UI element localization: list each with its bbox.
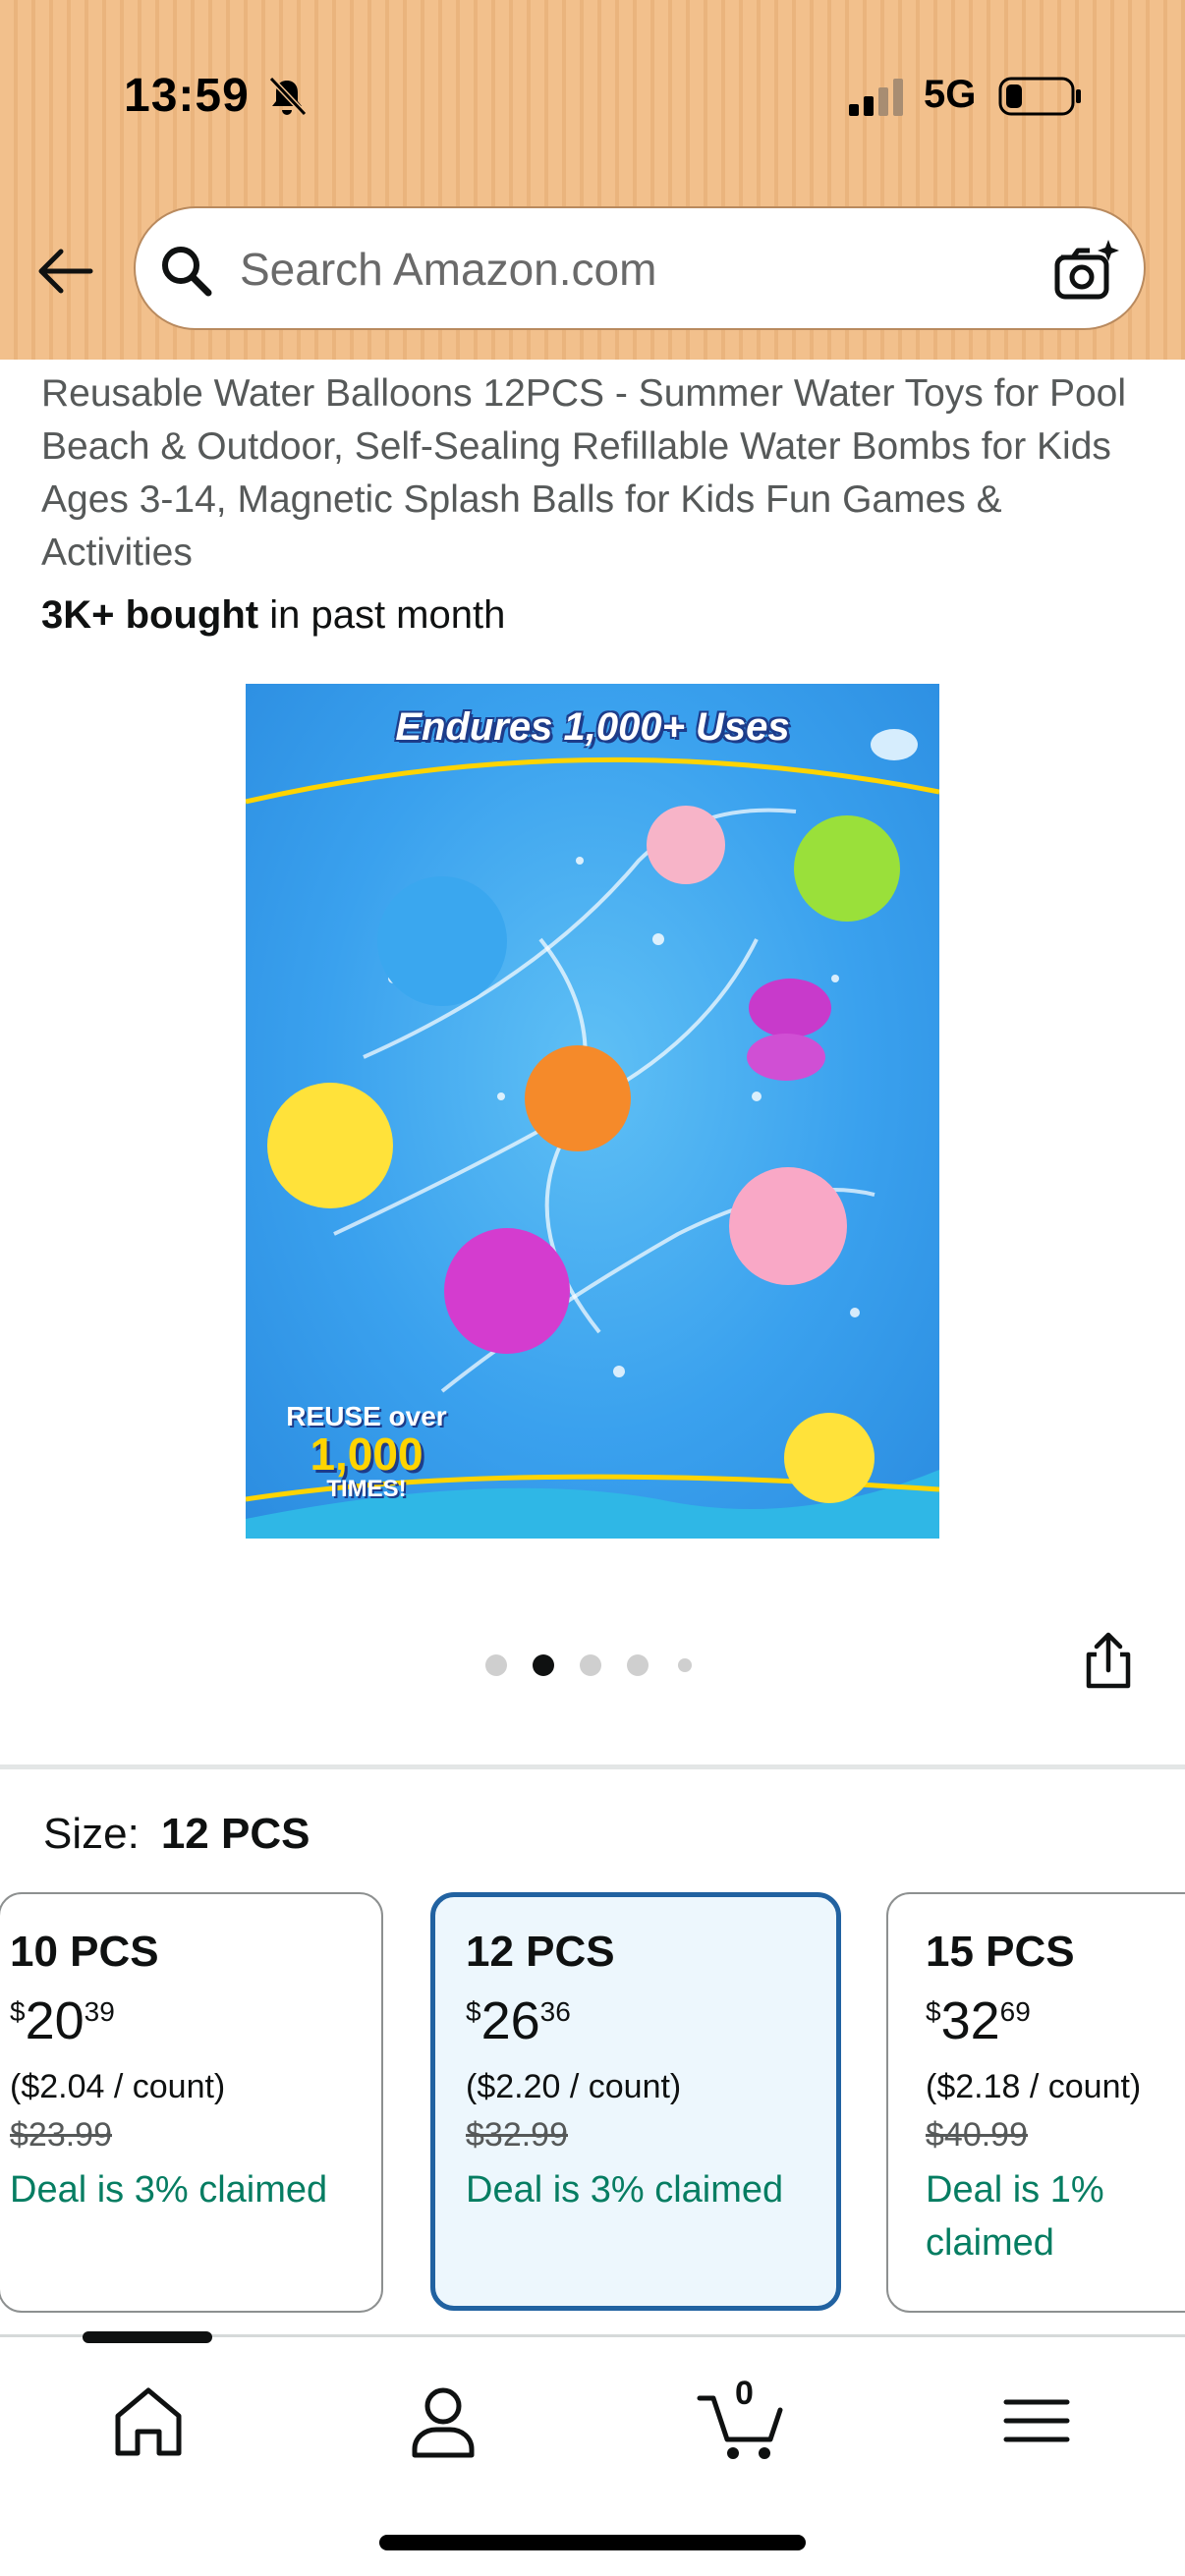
size-option-15-pcs[interactable]: 15 PCS $3269 ($2.18 / count) $40.99 Deal… [886, 1892, 1185, 2313]
size-option-deal: Deal is 1% claimed [926, 2169, 1104, 2264]
network-label: 5G [924, 73, 977, 116]
search-input[interactable] [240, 234, 1026, 305]
badge-line3: TIMES! [326, 1476, 407, 1502]
size-option-list-price: $23.99 [10, 2116, 112, 2154]
size-option-unit-price: ($2.18 / count) [926, 2068, 1142, 2105]
size-option-12-pcs[interactable]: 12 PCS $2636 ($2.20 / count) $32.99 Deal… [430, 1892, 841, 2311]
menu-icon[interactable] [992, 2377, 1081, 2465]
size-option-unit-price: ($2.20 / count) [466, 2068, 682, 2105]
cart-count: 0 [735, 2375, 754, 2412]
size-option-list-price: $32.99 [466, 2116, 568, 2154]
size-option-name: 15 PCS [926, 1928, 1075, 1976]
carousel-dot[interactable] [627, 1654, 649, 1676]
size-selected-value: 12 PCS [160, 1810, 310, 1858]
nav-active-indicator [83, 2331, 212, 2343]
product-title[interactable]: Reusable Water Balloons 12PCS - Summer W… [41, 367, 1152, 580]
product-image[interactable]: Endures 1,000+ Uses REUSE over 1,000 TIM… [246, 684, 939, 1539]
status-time: 13:59 [124, 70, 250, 122]
cart-button[interactable]: 0 [696, 2375, 794, 2465]
carousel-dot-active[interactable] [533, 1654, 554, 1676]
size-option-10-pcs[interactable]: 10 PCS $2039 ($2.04 / count) $23.99 Deal… [0, 1892, 383, 2313]
bought-count-rest: in past month [258, 593, 506, 637]
size-option-price: $3269 [926, 1991, 1031, 2050]
carousel-dot[interactable] [485, 1654, 507, 1676]
carousel-dot[interactable] [580, 1654, 601, 1676]
section-divider [0, 1764, 1185, 1769]
size-label: Size: 12 PCS [43, 1810, 310, 1859]
signal-icon [849, 79, 903, 116]
carousel-dots[interactable] [485, 1651, 702, 1678]
size-label-text: Size: [43, 1810, 140, 1858]
home-indicator[interactable] [379, 2535, 806, 2550]
size-option-deal: Deal is 3% claimed [10, 2169, 328, 2211]
size-option-deal: Deal is 3% claimed [466, 2169, 784, 2211]
size-option-price: $2636 [466, 1991, 571, 2050]
search-bar[interactable] [134, 206, 1146, 330]
size-option-price: $2039 [10, 1991, 115, 2050]
size-option-unit-price: ($2.04 / count) [10, 2068, 226, 2105]
camera-search-icon[interactable] [1051, 236, 1120, 305]
battery-icon [998, 77, 1081, 116]
top-header: 13:59 5G [0, 0, 1185, 360]
bought-count-bold: 3K+ bought [41, 593, 259, 637]
image-headline: Endures 1,000+ Uses [395, 705, 790, 749]
account-icon[interactable] [399, 2377, 487, 2465]
back-arrow-icon[interactable] [33, 240, 96, 303]
size-option-name: 12 PCS [466, 1928, 615, 1976]
reuse-badge: REUSE over 1,000 TIMES! [273, 1401, 460, 1509]
bell-muted-icon [268, 76, 308, 117]
carousel-dot[interactable] [678, 1658, 692, 1672]
search-icon [162, 247, 212, 297]
bought-count: 3K+ bought in past month [41, 593, 505, 638]
size-option-list-price: $40.99 [926, 2116, 1028, 2154]
size-option-name: 10 PCS [10, 1928, 159, 1976]
badge-line2: 1,000 [310, 1428, 423, 1480]
share-icon[interactable] [1077, 1631, 1140, 1694]
home-icon[interactable] [104, 2377, 193, 2465]
